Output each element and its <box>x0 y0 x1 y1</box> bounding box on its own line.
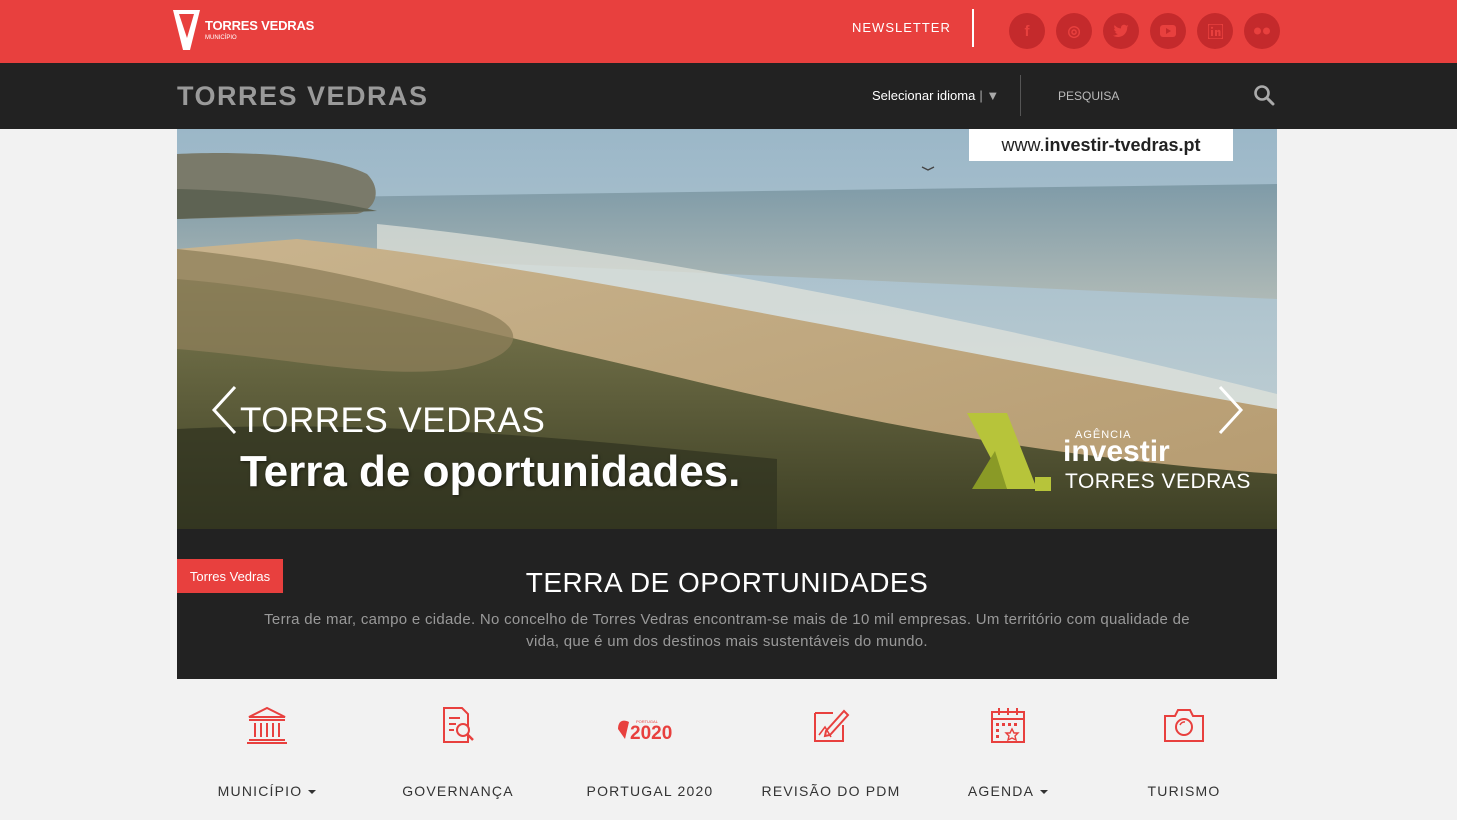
nav-divider <box>1020 75 1021 116</box>
quick-link-label: AGENDA <box>918 783 1098 799</box>
dropdown-caret-icon <box>1040 790 1049 795</box>
document-search-icon <box>443 707 474 743</box>
flickr-icon[interactable] <box>1244 13 1280 49</box>
search-icon[interactable] <box>1253 84 1275 106</box>
language-selector[interactable]: Selecionar idioma | ▼ <box>872 88 999 103</box>
logo-v-icon <box>173 10 200 50</box>
quick-link-turismo[interactable]: TURISMO <box>1094 705 1274 799</box>
language-label: Selecionar idioma <box>872 88 976 103</box>
quick-link-label: GOVERNANÇA <box>402 783 514 799</box>
twitter-icon[interactable] <box>1103 13 1139 49</box>
carousel-next-arrow-icon[interactable] <box>1215 385 1245 435</box>
youtube-icon[interactable] <box>1150 13 1186 49</box>
camera-icon <box>1164 709 1204 742</box>
quick-link-label: TURISMO <box>1147 783 1221 799</box>
svg-text:PORTUGAL: PORTUGAL <box>636 719 659 724</box>
site-title[interactable]: TORRES VEDRAS <box>177 81 429 112</box>
quick-link-portugal-2020[interactable]: 2020 PORTUGAL PORTUGAL 2020 <box>560 705 740 799</box>
carousel-prev-arrow-icon[interactable] <box>210 385 240 435</box>
facebook-icon[interactable]: f <box>1009 13 1045 49</box>
caption-text: Terra de mar, campo e cidade. No concelh… <box>264 611 1190 650</box>
portugal-2020-logo: 2020 PORTUGAL <box>618 719 672 744</box>
url-prefix: www. <box>1001 134 1045 155</box>
quick-link-label: REVISÃO DO PDM <box>761 783 901 799</box>
municipality-logo[interactable]: TORRES VEDRAS MUNICÍPIO <box>173 10 314 50</box>
url-domain: investir-tvedras.pt <box>1044 134 1201 155</box>
hero-title-line1: TORRES VEDRAS <box>240 401 546 440</box>
agency-city: TORRES VEDRAS <box>1065 470 1251 493</box>
search-input[interactable] <box>1058 89 1238 103</box>
investir-url-banner: www. investir-tvedras.pt <box>969 129 1233 161</box>
quick-link-municipio[interactable]: MUNICÍPIO <box>177 705 357 799</box>
hero-carousel[interactable]: www. investir-tvedras.pt TORRES VEDRAS Te… <box>177 129 1277 529</box>
logo-name: TORRES VEDRAS <box>205 18 315 33</box>
calendar-icon <box>991 708 1025 743</box>
top-divider <box>972 9 974 47</box>
quick-link-label: PORTUGAL 2020 <box>586 783 714 799</box>
agency-name: investir <box>1063 435 1170 468</box>
logo-subtitle: MUNICÍPIO <box>205 35 237 41</box>
linkedin-icon[interactable] <box>1197 13 1233 49</box>
caption-title[interactable]: TERRA DE OPORTUNIDADES <box>177 567 1277 599</box>
quick-link-label: MUNICÍPIO <box>177 783 357 799</box>
social-links: f ◎ <box>1009 13 1280 49</box>
language-arrow: | ▼ <box>979 88 1000 103</box>
building-icon <box>247 706 287 744</box>
hero-caption: Torres Vedras TERRA DE OPORTUNIDADES Ter… <box>177 529 1277 679</box>
newsletter-link[interactable]: NEWSLETTER <box>852 20 951 35</box>
quick-links: MUNICÍPIO GOVERNANÇA 2020 PORTUGAL PORTU… <box>177 705 1277 820</box>
quick-link-agenda[interactable]: AGENDA <box>918 705 1098 799</box>
hero-title-line2: Terra de oportunidades. <box>240 447 741 496</box>
pdm-edit-icon <box>814 709 850 742</box>
svg-text:2020: 2020 <box>630 723 672 744</box>
quick-link-governanca[interactable]: GOVERNANÇA <box>368 705 548 799</box>
search-box <box>1058 83 1293 109</box>
dropdown-caret-icon <box>308 790 317 795</box>
agency-logo-icon <box>967 413 1051 491</box>
instagram-icon[interactable]: ◎ <box>1056 13 1092 49</box>
quick-link-revisao-pdm[interactable]: REVISÃO DO PDM <box>741 705 921 799</box>
